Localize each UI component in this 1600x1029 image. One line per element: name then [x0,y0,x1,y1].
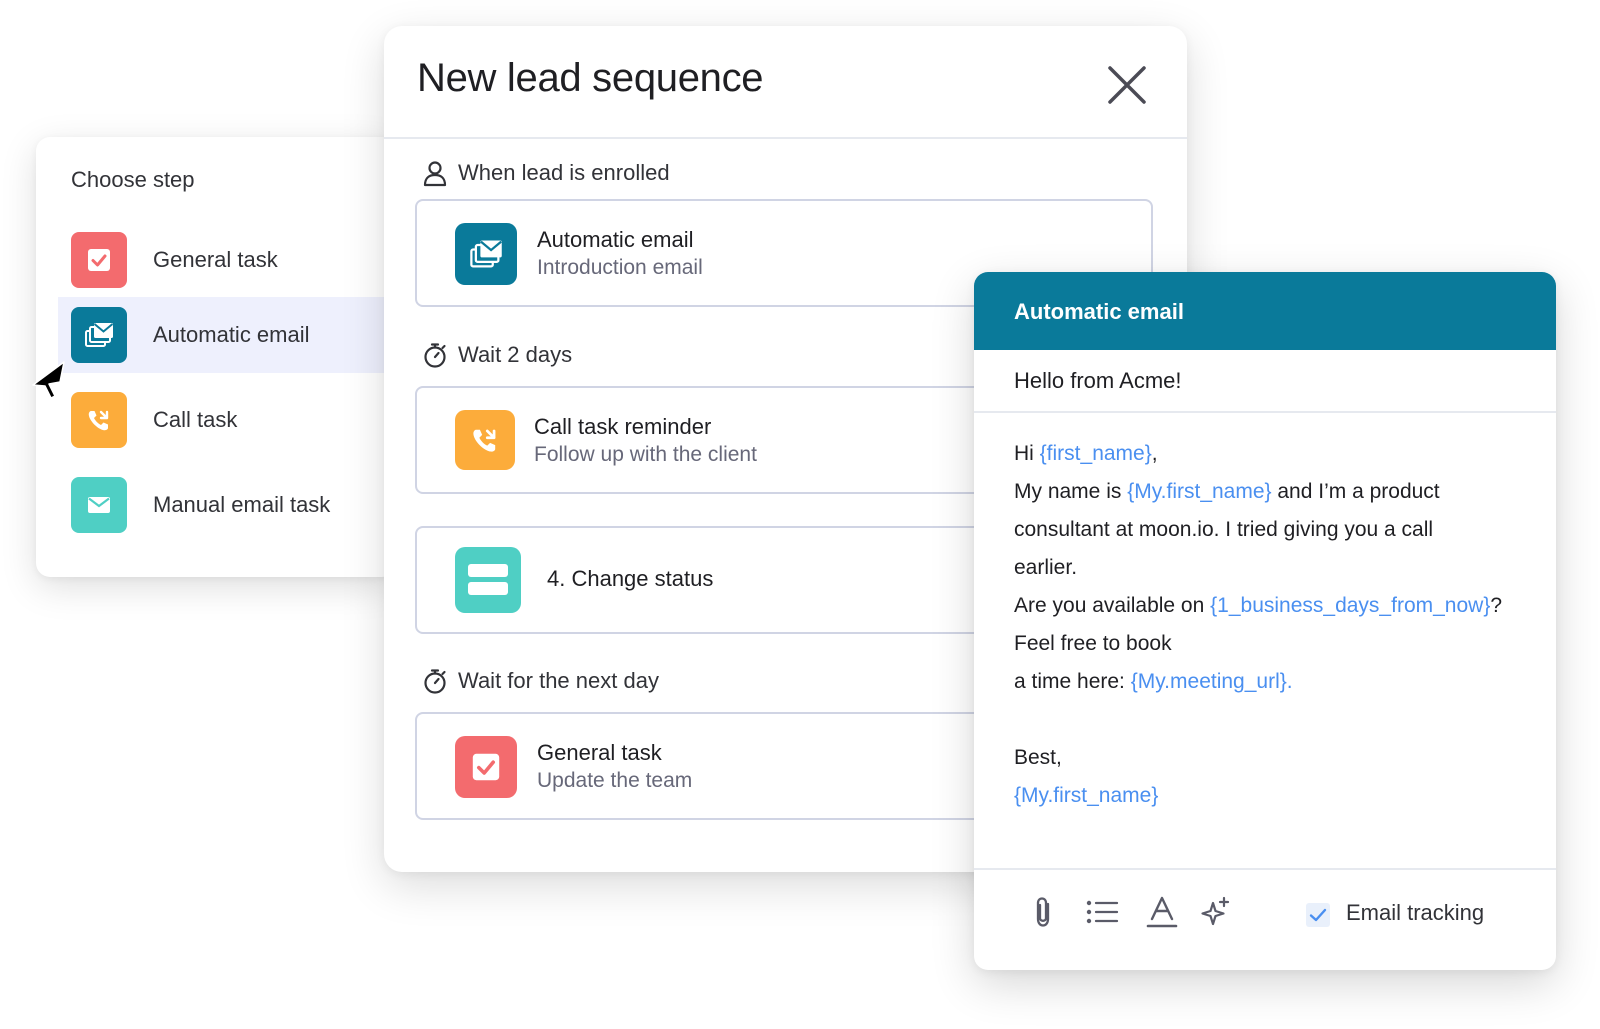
attach-button[interactable] [1026,894,1062,930]
body-text: and I’m a product [1271,480,1440,503]
step-option-label: General task [153,247,278,272]
body-text: , [1151,442,1158,465]
email-editor-panel: Automatic email Hello from Acme! Hi {fir… [974,272,1556,970]
stopwatch-icon [420,666,450,696]
subject-divider [974,411,1556,413]
bullet-list-icon [1086,900,1119,924]
step-card-title: Call task reminder [534,414,712,439]
step-option-label: Manual email task [153,492,331,517]
template-variable: {My.meeting_url}. [1130,670,1293,693]
email-subject-field[interactable]: Hello from Acme! [1014,368,1182,394]
email-editor-title: Automatic email [1014,299,1184,324]
step-option-label: Call task [153,407,238,432]
step-option-label: Automatic email [153,322,310,347]
envelope-icon [71,477,127,533]
template-variable: {My.first_name} [1127,480,1272,503]
body-line: Best, [1014,746,1062,769]
step-option-call-task[interactable]: Call task [58,382,396,458]
trigger-label: Wait for the next day [458,668,659,693]
choose-step-panel: Choose step General task Automatic email… [36,137,396,577]
stopwatch-icon [420,340,450,370]
email-stack-icon [455,223,517,285]
body-line: Are you available on {1_business_days_fr… [1014,594,1502,618]
body-line: My name is {My.first_name} and I’m a pro… [1014,480,1440,504]
close-button[interactable] [1104,62,1150,108]
close-icon [1108,66,1146,104]
trigger-label: When lead is enrolled [458,160,670,185]
trigger-wait-2-days: Wait 2 days [420,340,572,370]
footer-divider [974,868,1556,870]
body-text: ? [1490,594,1503,617]
step-option-manual-email-task[interactable]: Manual email task [58,467,396,543]
step-option-automatic-email[interactable]: Automatic email [58,297,396,373]
template-variable: {My.first_name} [1014,784,1159,807]
checkbox-icon [71,232,127,288]
checkbox-icon [455,736,517,798]
email-tracking-label: Email tracking [1346,900,1485,925]
step-card-title: Automatic email [537,227,694,252]
body-text: My name is [1014,480,1128,503]
body-line: Feel free to book [1014,632,1172,655]
ai-assist-button[interactable] [1198,894,1234,930]
template-variable: {1_business_days_from_now} [1210,594,1491,617]
text-color-button[interactable] [1144,894,1180,930]
template-variable: {first_name} [1039,442,1152,465]
body-line: earlier. [1014,556,1078,579]
body-text: Hi [1014,442,1040,465]
phone-icon [455,410,515,470]
person-icon [420,158,450,188]
step-card-subtitle: Introduction email [537,256,703,279]
phone-icon [71,392,127,448]
email-stack-icon [71,307,127,363]
sequence-title: New lead sequence [417,56,764,100]
paperclip-icon [1036,897,1050,927]
trigger-label: Wait 2 days [458,342,573,367]
ai-sparkle-icon [1201,896,1230,926]
step-card-title: General task [537,740,662,765]
email-tracking-checkbox[interactable] [1306,903,1330,927]
trigger-wait-next-day: Wait for the next day [420,666,659,696]
body-line: Hi {first_name}, [1014,442,1158,466]
choose-step-title: Choose step [71,167,195,192]
body-line: consultant at moon.io. I tried giving yo… [1014,518,1434,541]
mouse-cursor-icon [32,361,65,399]
step-card-title: 4. Change status [547,566,714,591]
step-card-subtitle: Update the team [537,769,693,792]
text-color-icon [1146,896,1178,928]
step-option-general-task[interactable]: General task [58,222,396,298]
body-text: a time here: [1014,670,1131,693]
email-editor-header: Automatic email [974,272,1556,350]
trigger-enrolled: When lead is enrolled [420,158,670,188]
step-card-subtitle: Follow up with the client [534,443,757,466]
status-icon [455,547,521,613]
body-line: a time here: {My.meeting_url}. [1014,670,1293,694]
header-divider [384,137,1187,139]
bullet-list-button[interactable] [1084,894,1120,930]
body-text: Are you available on [1014,594,1211,617]
